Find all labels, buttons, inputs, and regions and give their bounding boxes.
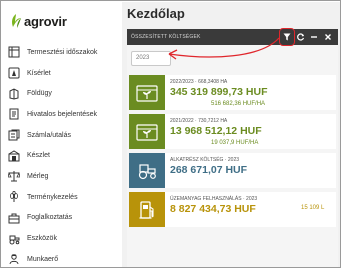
card-amount: 268 671,07 HUF	[170, 164, 248, 176]
sidebar-item-eszkozok[interactable]: Eszközök	[2, 228, 122, 249]
year-select[interactable]: 2023	[131, 51, 171, 66]
fuel-pump-icon	[129, 192, 165, 227]
sprout-icon	[129, 75, 165, 110]
sidebar-item-label: Földügy	[27, 90, 52, 98]
widget-header: ÖSSZESÍTETT KÖLTSÉGEK	[127, 28, 338, 46]
card-subtitle: ALKATRÉSZ KÖLTSÉG · 2023	[170, 157, 240, 163]
sidebar-item-label: Munkaerő	[27, 255, 59, 263]
card-subtitle: 2021/2022 · 730,7212 HA	[170, 118, 228, 124]
sidebar-item-label: Terménykezelés	[27, 193, 78, 201]
cost-card-fuel[interactable]: ÜZEMANYAG FELHASZNÁLÁS · 2023 8 827 434,…	[129, 192, 336, 227]
minimize-icon[interactable]	[308, 31, 320, 43]
card-amount: 13 968 512,12 HUF	[170, 125, 262, 137]
sidebar-item-label: Eszközök	[27, 235, 57, 243]
brand-logo[interactable]: agrovir	[10, 10, 67, 32]
cost-summary-widget: ÖSSZESÍTETT KÖLTSÉGEK 2023 2022/2023 · 6…	[127, 28, 338, 267]
sidebar-item-keszlet[interactable]: Készlet	[2, 145, 122, 166]
sidebar-item-label: Termesztési időszakok	[27, 48, 98, 56]
experiment-icon	[8, 67, 20, 79]
card-per-hectare: 516 682,36 HUF/HA	[211, 101, 266, 107]
sidebar-item-label: Készlet	[27, 152, 50, 160]
cost-card-spare-parts[interactable]: ALKATRÉSZ KÖLTSÉG · 2023 268 671,07 HUF	[129, 153, 336, 188]
card-per-hectare: 19 037,9 HUF/HA	[211, 140, 259, 146]
sidebar-item-label: Hivatalos bejelentések	[27, 110, 98, 118]
agrovir-logo-icon	[12, 14, 21, 28]
cost-card-season-2021-2022[interactable]: 2021/2022 · 730,7212 HA 13 968 512,12 HU…	[129, 114, 336, 149]
cost-card-season-2022-2023[interactable]: 2022/2023 · 668,3408 HA 345 319 899,73 H…	[129, 75, 336, 110]
sidebar-item-szamla-utalas[interactable]: Számla/utalás	[2, 125, 122, 146]
refresh-icon[interactable]	[295, 31, 307, 43]
sidebar-item-foglalkoztatas[interactable]: Foglalkoztatás	[2, 208, 122, 229]
sidebar: agrovir Termesztési időszakok Kísérlet F…	[2, 2, 122, 267]
card-amount: 8 827 434,73 HUF	[170, 203, 256, 215]
sidebar-item-label: Kísérlet	[27, 69, 51, 77]
land-icon	[8, 88, 20, 100]
sidebar-item-termenykezeles[interactable]: Terménykezelés	[2, 187, 122, 208]
invoice-icon	[8, 129, 20, 141]
sidebar-item-foldugy[interactable]: Földügy	[2, 83, 122, 104]
employment-icon	[8, 212, 20, 224]
stock-icon	[8, 150, 20, 162]
card-amount: 345 319 899,73 HUF	[170, 86, 268, 98]
app-frame: agrovir Termesztési időszakok Kísérlet F…	[0, 0, 341, 268]
widget-title: ÖSSZESÍTETT KÖLTSÉGEK	[131, 34, 201, 40]
tractor-icon	[129, 153, 165, 188]
sidebar-item-label: Számla/utalás	[27, 131, 71, 139]
card-subtitle: 2022/2023 · 668,3408 HA	[170, 79, 228, 85]
sidebar-item-merleg[interactable]: Mérleg	[2, 166, 122, 187]
sidebar-item-termesztesi-idoszakok[interactable]: Termesztési időszakok	[2, 42, 122, 63]
season-icon	[8, 46, 20, 58]
page-title: Kezdőlap	[127, 6, 185, 21]
tractor-icon	[8, 233, 20, 245]
sidebar-item-hivatalos-bejelentesek[interactable]: Hivatalos bejelentések	[2, 104, 122, 125]
sprout-icon	[129, 114, 165, 149]
brand-name: agrovir	[24, 13, 67, 29]
worker-icon	[8, 253, 20, 265]
announcement-icon	[8, 108, 20, 120]
filter-icon[interactable]	[281, 31, 293, 43]
sidebar-item-label: Mérleg	[27, 172, 49, 180]
crop-icon	[8, 191, 20, 203]
scale-icon	[8, 170, 20, 182]
main-content: Kezdőlap ÖSSZESÍTETT KÖLTSÉGEK 2023 2022…	[122, 2, 340, 267]
card-fuel-volume: 15 109 L	[301, 205, 325, 211]
close-icon[interactable]	[322, 31, 334, 43]
sidebar-nav: Termesztési időszakok Kísérlet Földügy H…	[2, 42, 122, 267]
sidebar-item-kiserlet[interactable]: Kísérlet	[2, 63, 122, 84]
sidebar-item-munkaero[interactable]: Munkaerő	[2, 249, 122, 267]
sidebar-item-label: Foglalkoztatás	[27, 214, 73, 222]
card-subtitle: ÜZEMANYAG FELHASZNÁLÁS · 2023	[170, 196, 258, 202]
